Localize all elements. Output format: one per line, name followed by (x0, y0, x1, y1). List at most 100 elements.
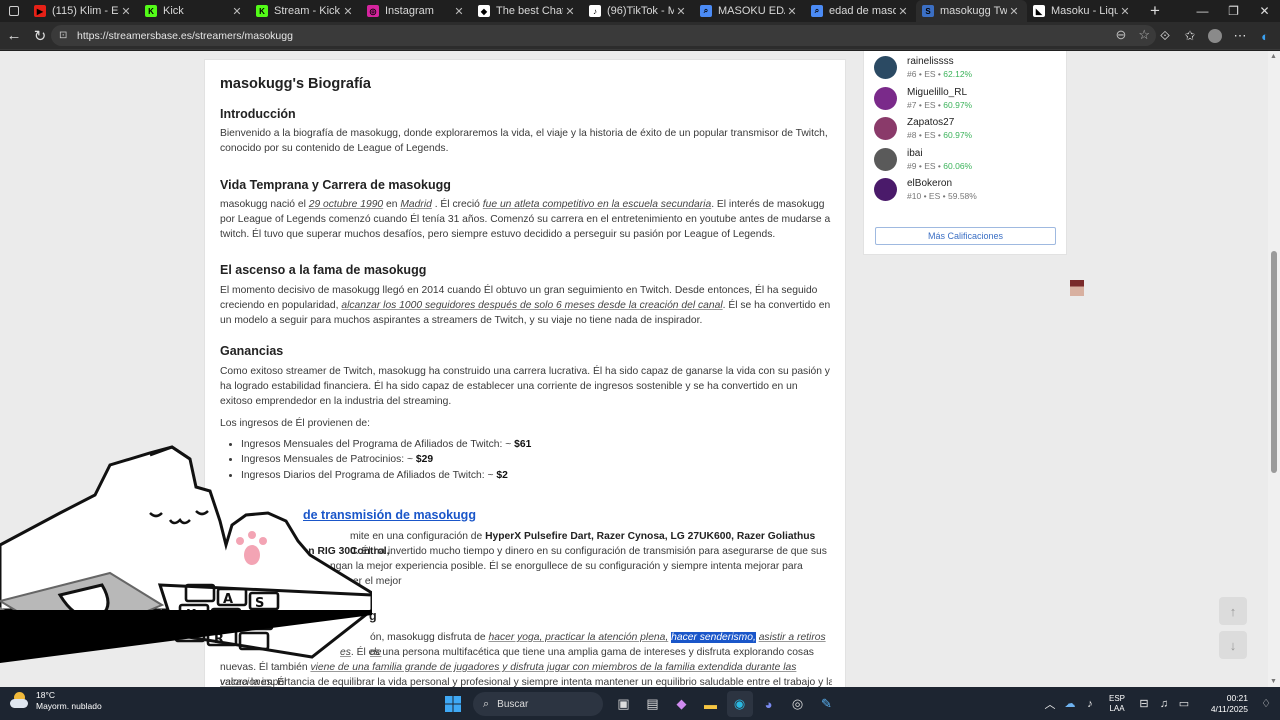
tab-favicon-icon: K (256, 5, 268, 17)
tab-title: Instagram (385, 5, 434, 17)
snipping-tool-icon[interactable]: ✎ (814, 691, 840, 717)
tab-title: MASOKU EDAD - Bi (718, 5, 785, 17)
scroll-down-button[interactable]: ↓ (1219, 631, 1247, 659)
selected-text[interactable]: hacer senderismo, (671, 632, 756, 643)
address-bar[interactable]: ⊡ https://streamersbase.es/streamers/mas… (51, 25, 1156, 46)
reload-icon[interactable]: ↻ (28, 24, 52, 48)
browser-tab[interactable]: ◆ The best ChatBot ar✕ (472, 0, 583, 22)
ranking-item[interactable]: Miguelillo_RL #7 • ES • 60.97% (874, 86, 972, 112)
new-tab-button[interactable]: + (1142, 0, 1168, 22)
window-menu-icon[interactable] (0, 0, 28, 22)
show-hidden-icons[interactable]: ︿ (1040, 696, 1060, 712)
streamer-name[interactable]: elBokeron (907, 178, 977, 190)
ranking-item[interactable]: rainelissss #6 • ES • 62.12% (874, 56, 972, 81)
small-thumbnail[interactable] (1070, 280, 1084, 296)
close-window-icon[interactable]: ✕ (1249, 0, 1280, 22)
rise-paragraph: El momento decisivo de masokugg llegó en… (220, 285, 831, 327)
edge-browser-icon[interactable]: ◉ (726, 691, 753, 717)
tab-close-icon[interactable]: ✕ (119, 5, 133, 18)
favorite-star-icon[interactable]: ☆ (1138, 27, 1150, 43)
obs-icon[interactable]: ◎ (785, 691, 811, 717)
tab-title: masokugg Twitch Str (940, 5, 1007, 17)
url-text[interactable]: https://streamersbase.es/streamers/masok… (77, 30, 293, 42)
browser-tab[interactable]: K Stream - Kick Dashb✕ (250, 0, 361, 22)
file-explorer-icon[interactable]: ▬ (698, 691, 724, 717)
site-info-icon[interactable]: ⊡ (59, 30, 70, 41)
taskbar-search[interactable]: ⌕ Buscar (473, 692, 603, 716)
weather-widget[interactable]: 18°C Mayorm. nublado (8, 690, 102, 712)
streamer-avatar[interactable] (874, 147, 897, 171)
volume-icon[interactable]: ♫ (1154, 698, 1174, 710)
browser-tab[interactable]: ◎ Instagram ✕ (361, 0, 472, 22)
start-windows-icon[interactable] (440, 691, 466, 717)
store-icon[interactable]: ▤ (640, 691, 666, 717)
browser-tab[interactable]: ⌕ edad de masoku - B✕ (805, 0, 916, 22)
discord-icon[interactable]: ◕ (756, 691, 782, 717)
browser-tab[interactable]: ◣ Masoku - Liquipedi✕ (1027, 0, 1138, 22)
earnings-heading: Ganancias (220, 344, 284, 358)
input-language[interactable]: ESP LAA (1106, 694, 1128, 714)
onedrive-icon[interactable]: ☁ (1060, 697, 1080, 710)
tab-favicon-icon: ▶ (34, 5, 46, 17)
battery-icon[interactable]: ▭ (1174, 697, 1194, 710)
scroll-arrow-down-icon[interactable]: ▼ (1270, 678, 1277, 685)
scroll-up-button[interactable]: ↑ (1219, 597, 1247, 625)
streamer-name[interactable]: ibai (907, 148, 972, 160)
tab-title: edad de masoku - B (829, 5, 896, 17)
maximize-icon[interactable]: ❐ (1218, 0, 1249, 22)
browser-tab[interactable]: ♪ (96)TikTok - Make Y✕ (583, 0, 694, 22)
streamer-name[interactable]: rainelissss (907, 56, 972, 68)
extensions-icon[interactable]: ⟐ (1154, 24, 1176, 48)
tab-close-icon[interactable]: ✕ (1118, 5, 1132, 18)
streamer-avatar[interactable] (874, 117, 897, 140)
browser-tab[interactable]: ⌕ MASOKU EDAD - Bi✕ (694, 0, 805, 22)
income-value: $29 (415, 454, 434, 466)
microphone-icon[interactable]: ♪ (1080, 698, 1100, 710)
birth-place: Madrid (400, 199, 432, 210)
streamer-name[interactable]: Zapatos27 (907, 117, 972, 129)
ranking-item[interactable]: Zapatos27 #8 • ES • 60.97% (874, 117, 972, 142)
tab-title: (96)TikTok - Make Y (607, 5, 674, 17)
rise-heading: El ascenso a la fama de masokugg (220, 263, 427, 277)
reader-mode-icon[interactable]: ⊖ (1115, 27, 1126, 43)
copilot-app-icon[interactable]: ◆ (669, 691, 695, 717)
ranking-sidebar: rainelissss #6 • ES • 62.12% Miguelillo_RL… (863, 51, 1067, 255)
tab-close-icon[interactable]: ✕ (785, 5, 799, 18)
ranking-item[interactable]: ibai #9 • ES • 60.06% (874, 147, 973, 173)
tab-close-icon[interactable]: ✕ (563, 5, 577, 18)
browser-tab[interactable]: ▶ (115) Klim - Es ✕ (28, 0, 139, 22)
tab-close-icon[interactable]: ✕ (452, 5, 466, 18)
scrollbar-thumb[interactable] (1271, 251, 1277, 473)
profile-avatar[interactable] (1204, 24, 1226, 48)
streamer-meta: #9 • ES • 60.06% (907, 160, 973, 171)
tab-close-icon[interactable]: ✕ (896, 5, 910, 18)
more-menu-icon[interactable]: ⋯ (1229, 24, 1251, 48)
favorites-icon[interactable]: ✩ (1179, 24, 1201, 48)
tab-close-icon[interactable]: ✕ (1007, 5, 1021, 18)
tab-close-icon[interactable]: ✕ (230, 5, 244, 18)
streamer-meta: #8 • ES • 60.97% (907, 130, 973, 140)
streamer-avatar[interactable] (874, 56, 897, 79)
tab-favicon-icon: ◣ (1033, 5, 1045, 17)
back-arrow-icon[interactable]: ← (2, 24, 26, 48)
streamer-avatar[interactable] (874, 86, 897, 110)
tab-close-icon[interactable]: ✕ (674, 5, 688, 18)
browser-tab[interactable]: Smasokugg Twitch Str✕ (916, 0, 1027, 22)
streamer-name[interactable]: Miguelillo_RL (907, 87, 972, 99)
tab-title: Stream - Kick Dashb (274, 5, 341, 17)
streamer-avatar[interactable] (874, 178, 897, 201)
tab-favicon-icon: ⌕ (811, 5, 823, 17)
ranking-item[interactable]: elBokeron #10 • ES • 59.58% (874, 178, 977, 203)
page-scrollbar[interactable]: ▲ ▼ (1268, 51, 1280, 687)
minimize-icon[interactable]: — (1187, 0, 1218, 22)
search-icon: ⌕ (483, 697, 490, 710)
task-view-icon[interactable]: ▣ (611, 691, 637, 717)
notifications-bell-icon[interactable]: ♢ (1256, 697, 1276, 710)
browser-tab[interactable]: K Kick ✕ (139, 0, 250, 22)
network-icon[interactable]: ⊟ (1134, 697, 1154, 710)
more-ratings-button[interactable]: Más Calificaciones (875, 227, 1056, 245)
tab-close-icon[interactable]: ✕ (341, 5, 355, 18)
copilot-icon[interactable]: ◐ (1254, 24, 1276, 48)
clock[interactable]: 00:21 4/11/2025 (1204, 693, 1248, 715)
scroll-arrow-up-icon[interactable]: ▲ (1270, 53, 1277, 60)
